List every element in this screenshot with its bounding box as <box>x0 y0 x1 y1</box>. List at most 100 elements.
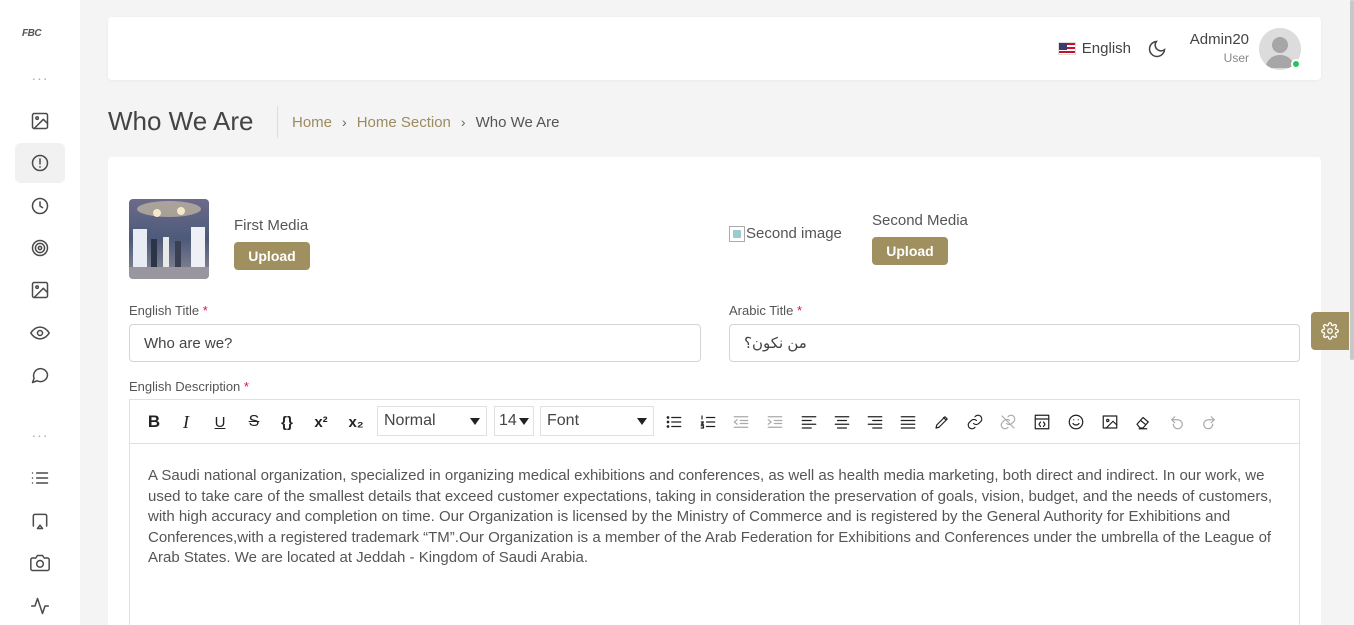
second-media-upload-button[interactable]: Upload <box>872 237 948 265</box>
underline-button[interactable]: U <box>208 410 232 434</box>
more-dots-icon: ··· <box>31 70 49 86</box>
bullet-list-button[interactable] <box>662 410 686 434</box>
strikethrough-icon: S <box>248 413 260 430</box>
font-size-value: 14 <box>499 412 517 429</box>
moon-icon <box>1148 40 1166 58</box>
bold-button[interactable]: B <box>142 410 166 434</box>
pen-icon <box>935 416 948 429</box>
align-right-icon <box>867 416 883 429</box>
english-title-label-text: English Title <box>129 303 200 318</box>
activity-icon <box>30 597 50 615</box>
broken-image-icon <box>729 225 745 242</box>
language-switcher[interactable]: English <box>1057 40 1131 57</box>
dark-mode-toggle[interactable] <box>1147 39 1167 59</box>
arabic-title-input[interactable]: من نكون؟ <box>729 324 1300 362</box>
chevron-right-icon: › <box>460 114 466 130</box>
bold-icon: B <box>147 412 161 431</box>
breadcrumb: Home › Home Section › Who We Are <box>277 106 560 138</box>
sidebar-item-media[interactable] <box>15 101 65 141</box>
emoji-button[interactable] <box>1064 410 1088 434</box>
top-bar: English Admin20 User <box>108 17 1321 80</box>
insert-link-button[interactable] <box>963 410 987 434</box>
user-name[interactable]: Admin20 <box>1190 31 1249 48</box>
second-media-image: Second image <box>729 225 842 242</box>
indent-icon <box>767 416 783 428</box>
sidebar-item-who-we-are[interactable] <box>15 143 65 183</box>
paragraph-format-value: Normal <box>384 412 436 429</box>
code-window-icon <box>1034 414 1050 430</box>
sidebar: FBC ··· ··· <box>0 0 80 625</box>
subscript-icon: x₂ <box>348 413 364 431</box>
gear-icon <box>1321 322 1339 340</box>
image-icon <box>31 281 49 299</box>
second-media-label: Second Media <box>872 212 968 229</box>
font-family-select[interactable]: Font <box>540 406 654 436</box>
paragraph-format-select[interactable]: Normal <box>377 406 487 436</box>
align-center-button[interactable] <box>830 410 854 434</box>
redo-button[interactable] <box>1197 410 1221 434</box>
arabic-title-label-text: Arabic Title <box>729 303 794 318</box>
code-button[interactable]: {} <box>275 410 299 434</box>
align-justify-button[interactable] <box>896 410 920 434</box>
user-role: User <box>1223 51 1249 65</box>
clock-icon <box>31 197 49 215</box>
strikethrough-button[interactable]: S <box>242 410 266 434</box>
sidebar-item-cast[interactable] <box>15 501 65 541</box>
numbered-list-button[interactable] <box>696 410 720 434</box>
font-size-select[interactable]: 14 <box>494 406 534 436</box>
sidebar-item-history[interactable] <box>15 186 65 226</box>
eraser-icon <box>1136 416 1149 430</box>
outdent-button[interactable] <box>729 410 753 434</box>
text-color-button[interactable] <box>930 410 954 434</box>
breadcrumb-current: Who We Are <box>475 113 560 131</box>
app-logo[interactable]: FBC <box>22 28 42 39</box>
superscript-button[interactable]: x² <box>309 410 333 434</box>
editor-content[interactable]: A Saudi national organization, specializ… <box>130 444 1299 591</box>
align-left-icon <box>801 416 817 429</box>
sidebar-item-vision[interactable] <box>15 313 65 353</box>
source-code-button[interactable] <box>1030 410 1054 434</box>
italic-button[interactable]: I <box>174 410 198 434</box>
breadcrumb-home[interactable]: Home <box>292 114 332 131</box>
camera-icon <box>30 554 50 572</box>
sidebar-item-messages[interactable] <box>15 355 65 395</box>
sidebar-item-camera[interactable] <box>15 543 65 583</box>
numbered-list-icon <box>700 415 716 429</box>
align-right-button[interactable] <box>863 410 887 434</box>
target-icon <box>31 239 49 257</box>
required-mark: * <box>796 303 802 318</box>
cast-icon <box>32 513 48 530</box>
unlink-button[interactable] <box>996 410 1020 434</box>
link-icon <box>967 414 983 430</box>
redo-icon <box>1203 416 1215 430</box>
breadcrumb-home-section[interactable]: Home Section <box>357 114 451 131</box>
form-card: First Media Upload Second image Second M… <box>108 157 1321 625</box>
rich-text-editor: B I U S {} x² x₂ Normal 14 Font A Saudi … <box>129 399 1300 625</box>
undo-icon <box>1171 416 1183 430</box>
sidebar-item-activity[interactable] <box>15 586 65 625</box>
caret-down-icon <box>519 417 529 425</box>
sidebar-item-goals[interactable] <box>15 228 65 268</box>
smile-icon <box>1068 414 1084 430</box>
page-scrollbar[interactable] <box>1350 0 1354 360</box>
align-left-button[interactable] <box>797 410 821 434</box>
first-media-upload-button[interactable]: Upload <box>234 242 310 270</box>
settings-button[interactable] <box>1311 312 1349 350</box>
english-title-input[interactable]: Who are we? <box>129 324 701 362</box>
undo-button[interactable] <box>1165 410 1189 434</box>
subscript-button[interactable]: x₂ <box>344 410 368 434</box>
align-justify-icon <box>900 416 916 429</box>
insert-image-button[interactable] <box>1098 410 1122 434</box>
italic-icon: I <box>183 411 189 432</box>
caret-down-icon <box>470 417 480 425</box>
sidebar-item-gallery[interactable] <box>15 270 65 310</box>
align-center-icon <box>834 416 850 429</box>
sidebar-item-list[interactable] <box>15 458 65 498</box>
image-icon <box>1102 415 1118 429</box>
chevron-right-icon: › <box>342 114 347 130</box>
language-label: English <box>1081 40 1131 57</box>
clear-format-button[interactable] <box>1131 410 1155 434</box>
unlink-icon <box>1000 414 1016 430</box>
indent-button[interactable] <box>763 410 787 434</box>
alert-circle-icon <box>31 154 49 172</box>
